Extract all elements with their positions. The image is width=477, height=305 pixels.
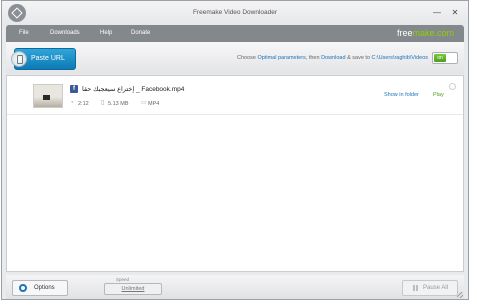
options-button[interactable]: Options	[12, 280, 68, 296]
file-size: 5.13 MB	[108, 101, 129, 107]
play-link[interactable]: Play	[433, 92, 444, 98]
app-window: Freemake Video Downloader — ✕ File Downl…	[1, 0, 469, 300]
brand-link[interactable]: freemake.com	[397, 28, 454, 38]
resize-grip[interactable]	[457, 292, 463, 298]
status-bar: Options Speed Unlimited Pause All	[6, 275, 464, 299]
menu-donate[interactable]: Donate	[131, 30, 150, 36]
toolbar: Paste URL Choose Optimal parameters, the…	[6, 42, 464, 74]
download-link[interactable]: Download	[321, 55, 345, 61]
one-click-mode-toggle[interactable]: on	[432, 52, 458, 64]
title-bar: Freemake Video Downloader — ✕	[2, 1, 468, 25]
show-in-folder-link[interactable]: Show in folder	[384, 92, 419, 98]
paste-clipboard-icon	[11, 51, 27, 67]
menu-file[interactable]: File	[19, 30, 29, 36]
clock-icon: ◔	[70, 100, 74, 106]
download-list: f إختراع سيعجبك حقا _ Facebook.mp4 ◔ 2:1…	[6, 75, 464, 272]
info-mid: , then	[305, 55, 322, 61]
paste-url-button[interactable]: Paste URL	[11, 48, 76, 70]
close-button[interactable]: ✕	[450, 8, 460, 18]
download-item[interactable]: f إختراع سيعجبك حقا _ Facebook.mp4 ◔ 2:1…	[7, 76, 463, 115]
optimal-parameters-link[interactable]: Optimal parameters	[257, 55, 305, 61]
file-format: MP4	[148, 101, 160, 107]
speed-label: Speed	[116, 277, 130, 282]
info-save: & save to	[345, 55, 372, 61]
paste-url-label: Paste URL	[31, 55, 65, 62]
options-label: Options	[34, 285, 55, 291]
video-thumbnail	[33, 84, 63, 108]
pause-all-button[interactable]: Pause All	[402, 280, 458, 296]
toggle-on-label: on	[434, 54, 446, 62]
facebook-icon: f	[70, 85, 78, 93]
window-title: Freemake Video Downloader	[192, 9, 278, 16]
download-settings-line: Choose Optimal parameters, then Download…	[237, 55, 428, 61]
remove-item-icon[interactable]	[449, 83, 456, 90]
menu-downloads[interactable]: Downloads	[50, 30, 80, 36]
minimize-button[interactable]: —	[432, 8, 442, 18]
file-name: إختراع سيعجبك حقا _ Facebook.mp4	[82, 86, 185, 93]
film-icon: ▭	[141, 100, 147, 106]
pause-all-label: Pause All	[423, 285, 449, 291]
menu-help[interactable]: Help	[100, 30, 112, 36]
speed-limit-control[interactable]: Unlimited	[104, 283, 162, 295]
brand-accent-text: make.com	[412, 28, 454, 38]
menu-bar: File Downloads Help Donate freemake.com	[6, 25, 464, 42]
duration: 2:12	[78, 101, 89, 107]
gear-icon	[19, 284, 27, 292]
file-icon: ▯	[101, 100, 105, 106]
brand-text: free	[396, 28, 413, 38]
save-path-link[interactable]: C:\Users\raghib\Videos	[372, 55, 428, 61]
info-prefix: Choose	[236, 55, 258, 61]
pause-icon	[413, 285, 418, 291]
